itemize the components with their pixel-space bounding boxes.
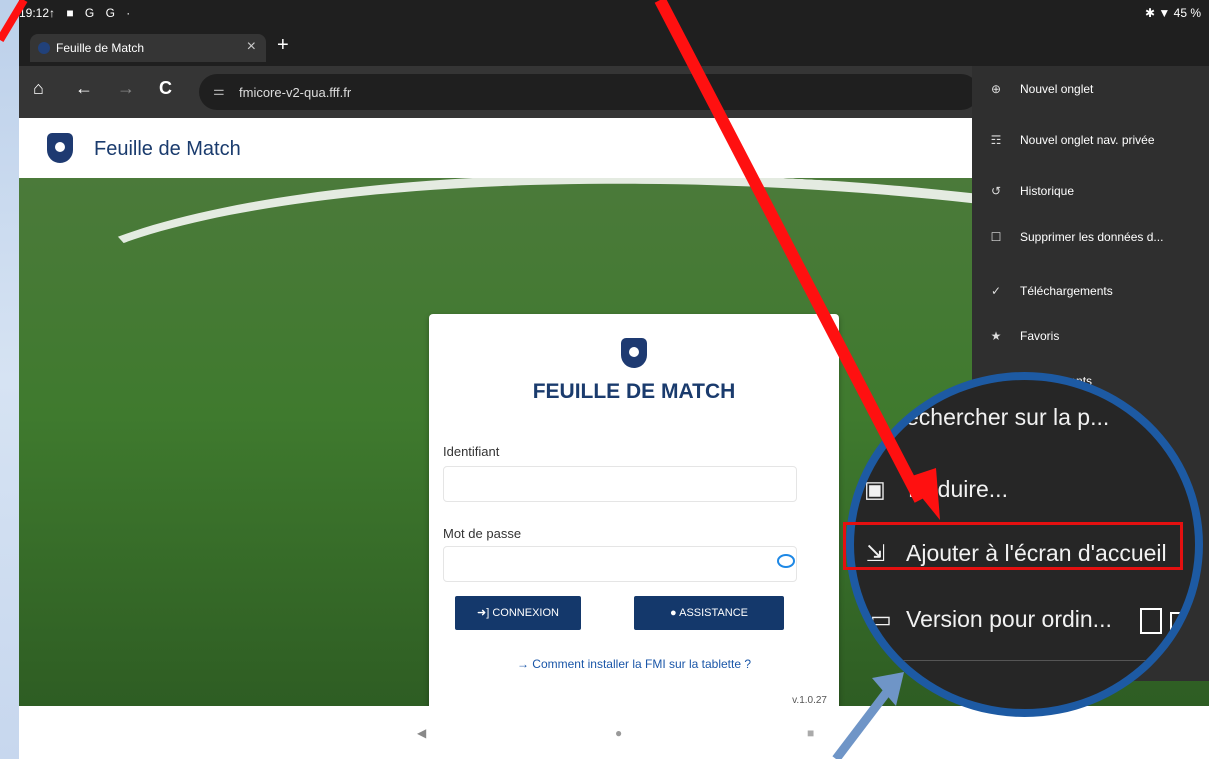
annotation-arrows xyxy=(0,0,940,759)
red-pointer-arrow xyxy=(654,0,926,503)
red-arrow-corner xyxy=(0,0,28,43)
